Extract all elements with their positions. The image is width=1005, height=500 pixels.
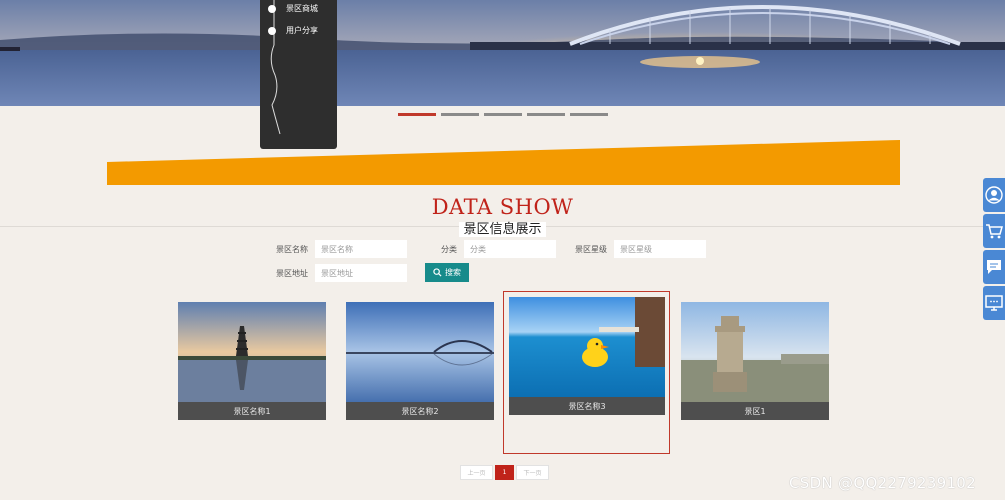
watermark: CSDN @QQ2279239102 <box>789 474 976 492</box>
chat-icon <box>987 260 1001 274</box>
cart-icon <box>986 224 1003 239</box>
user-button[interactable] <box>983 178 1005 212</box>
prev-page-button[interactable]: 上一页 <box>460 465 493 480</box>
banner-carousel[interactable] <box>0 0 1005 106</box>
search-button-label: 搜索 <box>445 268 461 277</box>
card-image-pagoda <box>178 302 326 402</box>
card-caption: 景区名称1 <box>178 402 326 420</box>
banner-image <box>0 0 1005 106</box>
monitor-button[interactable] <box>983 286 1005 320</box>
page-number-button[interactable]: 1 <box>495 465 514 480</box>
scenic-name-label: 景区名称 <box>276 245 308 254</box>
search-icon <box>433 268 442 277</box>
scenic-card[interactable]: 景区1 <box>681 302 829 420</box>
carousel-indicators <box>398 113 608 116</box>
category-input[interactable] <box>464 240 556 258</box>
scenic-card[interactable]: 景区名称2 <box>346 302 494 420</box>
nav-item-mall[interactable]: 景区商城 <box>268 3 318 14</box>
nav-item-label: 景区商城 <box>286 4 318 13</box>
decorative-band <box>107 140 900 185</box>
card-caption: 景区1 <box>681 402 829 420</box>
rating-input[interactable] <box>614 240 706 258</box>
timeline-line <box>270 0 281 135</box>
card-image-bridge <box>346 302 494 402</box>
scenic-card[interactable]: 景区名称1 <box>178 302 326 420</box>
next-page-button[interactable]: 下一页 <box>516 465 549 480</box>
carousel-dot[interactable] <box>527 113 565 116</box>
scenic-card-active[interactable]: 景区名称3 <box>509 297 665 415</box>
pagination: 上一页 1 下一页 <box>460 465 549 480</box>
card-image-duck-pool <box>509 297 665 397</box>
carousel-dot[interactable] <box>570 113 608 116</box>
category-label: 分类 <box>441 245 457 254</box>
section-title-cn: 景区信息展示 <box>0 218 1005 237</box>
address-label: 景区地址 <box>276 269 308 278</box>
search-button[interactable]: 搜索 <box>425 263 469 282</box>
bullet-icon <box>268 4 276 13</box>
bullet-icon <box>268 26 276 35</box>
scenic-name-input[interactable] <box>315 240 407 258</box>
carousel-dot[interactable] <box>484 113 522 116</box>
carousel-dot[interactable] <box>441 113 479 116</box>
chat-button[interactable] <box>983 250 1005 284</box>
monitor-icon <box>985 295 1003 311</box>
address-input[interactable] <box>315 264 407 282</box>
nav-item-share[interactable]: 用户分享 <box>268 25 318 36</box>
nav-item-label: 用户分享 <box>286 26 318 35</box>
floating-toolbar <box>983 178 1005 322</box>
carousel-dot[interactable] <box>398 113 436 116</box>
card-caption: 景区名称3 <box>509 397 665 415</box>
card-caption: 景区名称2 <box>346 402 494 420</box>
rating-label: 景区星级 <box>575 245 607 254</box>
card-image-monument <box>681 302 829 402</box>
cart-button[interactable] <box>983 214 1005 248</box>
side-navigation: 景区商城 用户分享 <box>260 0 337 149</box>
section-title-en: DATA SHOW <box>431 195 574 219</box>
user-icon <box>985 186 1003 204</box>
